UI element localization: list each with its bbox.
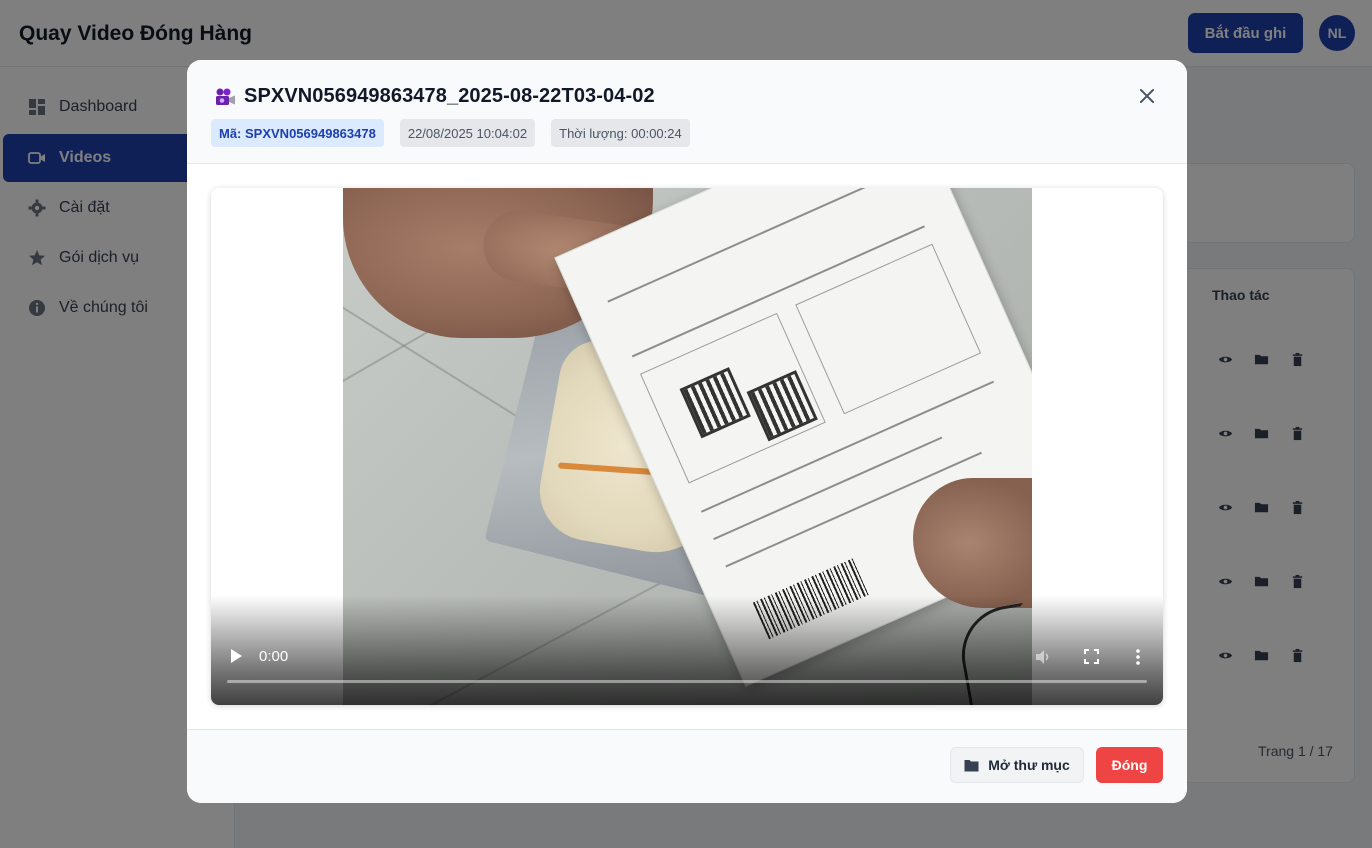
movie-camera-icon <box>216 88 235 105</box>
close-icon <box>1140 89 1154 103</box>
video-player[interactable]: 0:00 <box>211 188 1163 705</box>
seek-bar[interactable] <box>227 680 1147 683</box>
duration-badge: Thời lượng: 00:00:24 <box>551 119 690 147</box>
modal-title: SPXVN056949863478_2025-08-22T03-04-02 <box>244 85 655 107</box>
play-icon[interactable] <box>229 648 243 664</box>
current-time: 0:00 <box>259 648 289 665</box>
modal-footer: Mở thư mục Đóng <box>187 729 1187 803</box>
more-options-icon[interactable] <box>1135 648 1141 666</box>
folder-icon <box>964 759 979 771</box>
order-code-badge: Mã: SPXVN056949863478 <box>211 119 384 147</box>
modal-header: SPXVN056949863478_2025-08-22T03-04-02 Mã… <box>187 60 1187 164</box>
open-folder-label: Mở thư mục <box>988 757 1070 773</box>
open-folder-button[interactable]: Mở thư mục <box>950 747 1084 783</box>
volume-muted-icon[interactable] <box>1034 648 1052 666</box>
date-badge: 22/08/2025 10:04:02 <box>399 119 536 147</box>
fullscreen-icon[interactable] <box>1084 649 1099 664</box>
meta-badges: Mã: SPXVN056949863478 22/08/2025 10:04:0… <box>211 119 690 147</box>
close-button[interactable]: Đóng <box>1096 747 1163 783</box>
video-preview-modal: SPXVN056949863478_2025-08-22T03-04-02 Mã… <box>187 60 1187 803</box>
close-modal-x-button[interactable] <box>1135 84 1159 108</box>
